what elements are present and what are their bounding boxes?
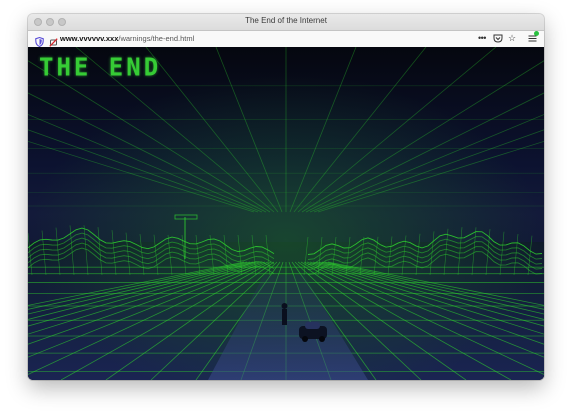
figure-silhouette <box>281 303 288 325</box>
browser-toolbar: www.vvvvvv.xxx/warnings/the-end.html •••… <box>28 31 544 48</box>
address-bar[interactable]: www.vvvvvv.xxx/warnings/the-end.html <box>60 34 194 43</box>
url-path: /warnings/the-end.html <box>118 34 195 43</box>
update-badge-icon <box>534 31 539 36</box>
wireframe-scene <box>28 47 544 380</box>
more-icon[interactable]: ••• <box>478 33 486 44</box>
window-title: The End of the Internet <box>245 16 327 25</box>
pocket-icon[interactable] <box>493 34 503 46</box>
menu-icon[interactable] <box>528 31 539 46</box>
browser-window: The End of the Internet www.vvvvvv.xxx/w… <box>28 14 544 380</box>
title-bar: The End of the Internet <box>28 14 544 31</box>
url-domain: www.vvvvvv.xxx <box>60 34 119 43</box>
page-content: THE END <box>28 47 544 380</box>
the-end-heading: THE END <box>39 52 162 82</box>
bookmark-star-icon[interactable]: ☆ <box>508 33 516 44</box>
